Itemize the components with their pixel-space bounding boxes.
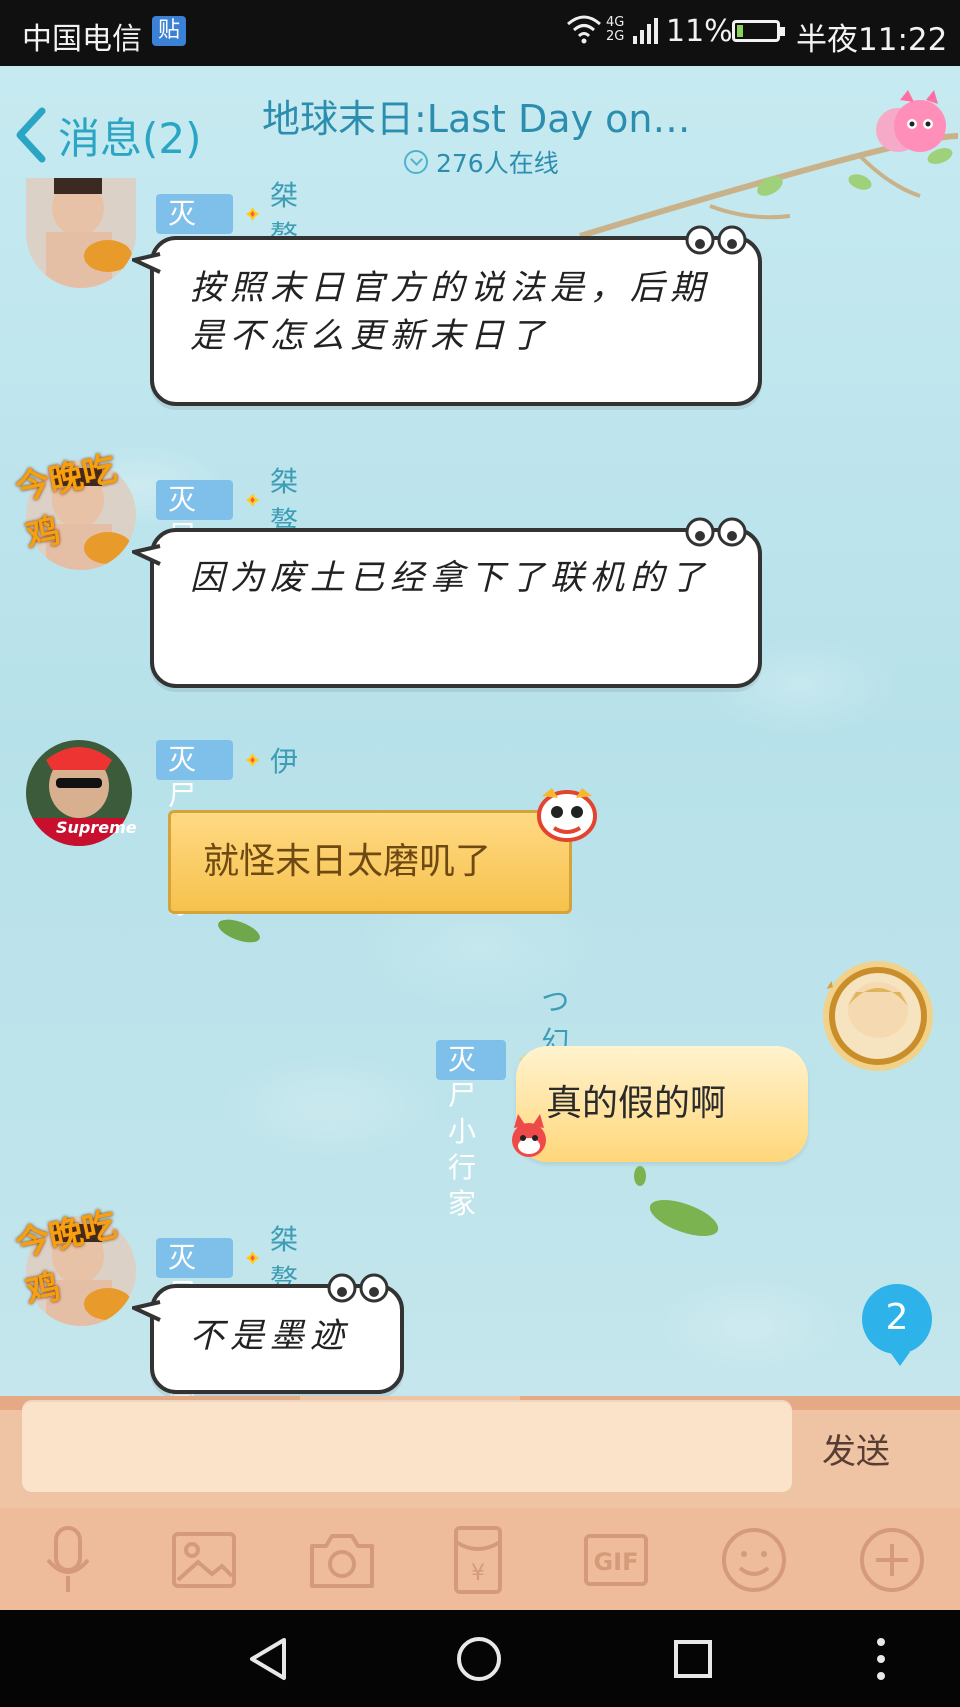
- emoji-icon: [722, 1528, 786, 1592]
- rank-diamond-icon: [245, 753, 260, 767]
- message-bubble[interactable]: 真的假的啊: [516, 1046, 808, 1162]
- signal-icon: [633, 18, 658, 44]
- plus-icon: [860, 1528, 924, 1592]
- image-icon: [172, 1532, 236, 1588]
- network-type-label: 4G 2G: [606, 15, 625, 44]
- carrier-label: 中国电信: [22, 22, 142, 57]
- microphone-icon: [46, 1526, 90, 1592]
- rank-diamond-icon: [245, 207, 260, 221]
- message-sender: 灭尸小行家 伊: [156, 740, 299, 920]
- back-label: 消息(2): [58, 113, 202, 163]
- send-button[interactable]: 发送: [822, 1424, 890, 1473]
- rank-diamond-icon: [245, 1251, 260, 1265]
- title-badge: 灭尸小行家: [156, 1238, 233, 1418]
- leaf-decoration-icon: [218, 919, 260, 943]
- chat-header: 消息(2) 地球末日:Last Day on… 276人在线: [0, 66, 960, 239]
- leaf-decoration-icon: [649, 1199, 719, 1237]
- rank-diamond-icon: [245, 493, 260, 507]
- clock: 半夜11:22: [796, 22, 948, 58]
- nav-back-icon[interactable]: [244, 1634, 294, 1684]
- gif-icon: GIF: [584, 1534, 648, 1586]
- avatar-caption: Supreme: [56, 818, 137, 837]
- chat-title[interactable]: 地球末日:Last Day on…: [262, 88, 702, 143]
- voice-button[interactable]: [30, 1522, 106, 1598]
- my-avatar[interactable]: [820, 958, 936, 1074]
- tieba-notification-icon: 贴: [152, 16, 186, 46]
- message-bubble[interactable]: 按照末日官方的说法是，后期是不怎么更新末日了: [132, 225, 762, 406]
- bubble-tail: [132, 1300, 161, 1322]
- svg-text:¥: ¥: [471, 1561, 485, 1586]
- title-badge: 灭尸小行家: [156, 480, 233, 660]
- image-button[interactable]: [166, 1522, 242, 1598]
- camera-icon: [310, 1534, 374, 1588]
- input-toolbar: ¥ GIF: [0, 1508, 960, 1610]
- dropdown-circle-icon: [404, 150, 428, 174]
- system-nav-bar: [0, 1610, 960, 1707]
- message-text: 就怪末日太磨叽了: [203, 841, 492, 882]
- red-packet-icon: ¥: [454, 1526, 502, 1594]
- group-avatar[interactable]: [870, 88, 948, 164]
- message-text: 按照末日官方的说法是，后期是不怎么更新末日了: [190, 268, 710, 356]
- online-count-label: 276人在线: [436, 149, 559, 178]
- message-bubble[interactable]: 就怪末日太磨叽了: [168, 810, 572, 914]
- message-bubble[interactable]: 不是墨迹: [132, 1273, 404, 1394]
- gif-button[interactable]: GIF: [578, 1522, 654, 1598]
- message-bubble[interactable]: 因为废土已经拿下了联机的了: [132, 517, 762, 688]
- message-text: 因为废土已经拿下了联机的了: [190, 558, 710, 598]
- red-packet-button[interactable]: ¥: [440, 1522, 516, 1598]
- status-bar: 中国电信 贴 4G 2G 11% 半夜11:22: [0, 0, 960, 66]
- lion-dance-sticker-icon: [537, 788, 597, 842]
- more-button[interactable]: [854, 1522, 930, 1598]
- svg-text:GIF: GIF: [593, 1548, 638, 1576]
- battery-percent: 11%: [666, 14, 733, 49]
- wifi-icon: [567, 15, 601, 44]
- online-count[interactable]: 276人在线: [404, 144, 559, 180]
- unread-count-badge[interactable]: 2: [862, 1284, 932, 1366]
- bubble-tail: [132, 544, 161, 566]
- nav-recents-icon[interactable]: [668, 1634, 718, 1684]
- back-button[interactable]: 消息(2): [12, 100, 202, 170]
- nav-home-icon[interactable]: [454, 1634, 504, 1684]
- battery-icon: [732, 20, 785, 42]
- leaf-decoration-icon: [634, 1166, 646, 1186]
- eyes-decoration-icon: [327, 1273, 389, 1303]
- user-avatar[interactable]: [26, 178, 136, 288]
- eyes-decoration-icon: [685, 225, 747, 255]
- emoji-button[interactable]: [716, 1522, 792, 1598]
- nav-menu-icon[interactable]: [866, 1634, 896, 1684]
- camera-button[interactable]: [304, 1522, 380, 1598]
- fox-sticker-icon: [512, 1114, 546, 1157]
- message-input[interactable]: [22, 1400, 792, 1492]
- title-badge: 灭尸小行家: [436, 1040, 507, 1220]
- title-badge: 灭尸小行家: [156, 194, 233, 374]
- title-badge: 灭尸小行家: [156, 740, 233, 920]
- bubble-tail: [132, 252, 161, 274]
- eyes-decoration-icon: [685, 517, 747, 547]
- chevron-left-icon: [16, 107, 46, 163]
- nickname: 伊: [270, 745, 299, 778]
- message-text: 真的假的啊: [546, 1083, 727, 1124]
